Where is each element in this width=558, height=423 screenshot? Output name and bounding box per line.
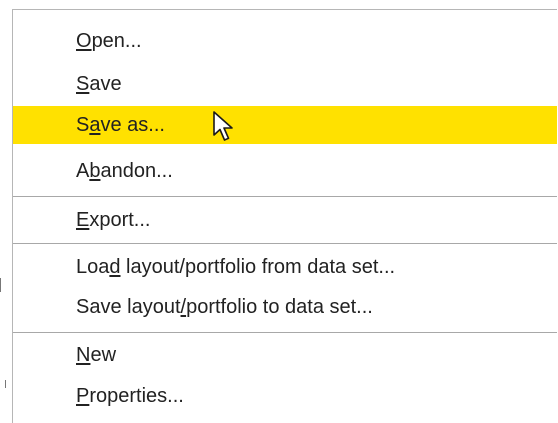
menu-item-open[interactable]: Open...: [13, 22, 557, 60]
menu-item-properties[interactable]: Properties...: [13, 377, 557, 415]
background-mark: [0, 278, 1, 292]
menu-item-label: Properties...: [76, 385, 184, 407]
menu-item-label: Export...: [76, 209, 151, 231]
mnemonic-letter: N: [76, 344, 91, 366]
menu-item-label: Save: [76, 73, 122, 95]
menu-item-save-as[interactable]: Save as...: [13, 106, 557, 144]
mnemonic-letter: b: [89, 160, 101, 182]
arrow-cursor-icon: [213, 111, 233, 141]
menu-separator: [13, 332, 557, 333]
file-context-menu: Open... Save Save as... Abandon... Expor…: [12, 9, 557, 423]
menu-item-label: Load layout/portfolio from data set...: [76, 256, 396, 278]
mnemonic-letter: d: [109, 256, 121, 278]
mnemonic-letter: /: [180, 296, 187, 318]
menu-separator: [13, 196, 557, 197]
background-mark: [5, 380, 6, 388]
mnemonic-letter: O: [76, 30, 92, 52]
menu-item-save[interactable]: Save: [13, 65, 557, 103]
menu-item-label: Open...: [76, 30, 142, 52]
menu-item-new[interactable]: New: [13, 336, 557, 374]
menu-item-save-layout[interactable]: Save layout/portfolio to data set...: [13, 288, 557, 326]
menu-item-label: Save as...: [76, 114, 165, 136]
menu-item-label: Save layout/portfolio to data set...: [76, 296, 373, 318]
menu-item-abandon[interactable]: Abandon...: [13, 152, 557, 190]
menu-item-load-layout[interactable]: Load layout/portfolio from data set...: [13, 248, 557, 286]
menu-item-label: Abandon...: [76, 160, 173, 182]
menu-separator: [13, 243, 557, 244]
menu-item-export[interactable]: Export...: [13, 201, 557, 239]
mnemonic-letter: a: [89, 114, 101, 136]
menu-item-label: New: [76, 344, 117, 366]
mnemonic-letter: P: [76, 385, 90, 407]
mnemonic-letter: E: [76, 209, 90, 231]
mnemonic-letter: S: [76, 73, 90, 95]
